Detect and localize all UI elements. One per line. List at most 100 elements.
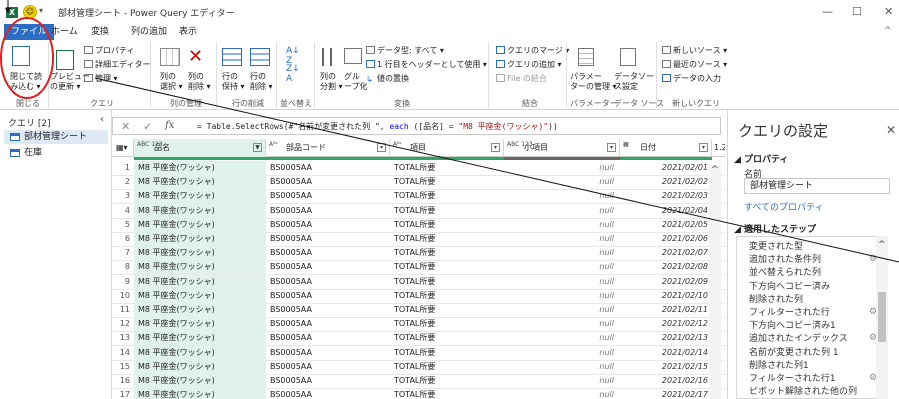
cell-item[interactable]: TOTAL所要 <box>390 161 504 175</box>
table-row[interactable]: 2 M8 平座金(ワッシャ) BS0005AA TOTAL所要 null 2021/02/… <box>112 175 725 191</box>
remove-rows-button[interactable]: 行の 削除 ▾ <box>250 72 273 92</box>
cell-sub-item[interactable]: null <box>504 317 620 331</box>
applied-step[interactable]: 下方向へコピー済み1 <box>749 320 877 333</box>
row-number[interactable]: 17 <box>112 388 134 399</box>
replace-values-button[interactable]: ↳ 値の置換 <box>366 74 409 84</box>
cell-part-code[interactable]: BS0005AA <box>266 175 390 189</box>
cell-hinmei[interactable]: M8 平座金(ワッシャ) <box>134 161 266 175</box>
table-row[interactable]: 6 M8 平座金(ワッシャ) BS0005AA TOTAL所要 null 2021/02/… <box>112 232 725 247</box>
cell-date[interactable]: 2021/02/06 <box>620 232 712 246</box>
filter-icon[interactable]: ▾ <box>491 143 500 152</box>
row-number[interactable]: 8 <box>112 260 134 274</box>
group-by-button[interactable]: グル ープ化 <box>344 72 368 92</box>
cell-item[interactable]: TOTAL所要 <box>390 289 504 303</box>
applied-step[interactable]: ピボット解除された他の列 <box>749 386 877 398</box>
cell-hinmei[interactable]: M8 平座金(ワッシャ) <box>134 317 266 332</box>
cell-hinmei[interactable]: M8 平座金(ワッシャ) <box>134 303 266 317</box>
properties-button[interactable]: プロパティ <box>84 46 135 56</box>
table-row[interactable]: 1 M8 平座金(ワッシャ) BS0005AA TOTAL所要 null 2021/02/… <box>112 161 725 176</box>
cell-sub-item[interactable]: null <box>504 360 620 374</box>
combine-files-button[interactable]: File の結合 <box>496 74 547 84</box>
cell-date[interactable]: 2021/02/09 <box>620 275 712 289</box>
query-name-input[interactable]: 部材管理シート <box>744 178 890 194</box>
applied-steps-heading[interactable]: ◢ 適用したステップ <box>734 222 816 235</box>
steps-scrollbar[interactable]: ^ <box>876 236 888 399</box>
table-row[interactable]: 8 M8 平座金(ワッシャ) BS0005AA TOTAL所要 null 2021/02/… <box>112 260 725 276</box>
row-number[interactable]: 1 <box>112 161 134 175</box>
applied-step[interactable]: フィルターされた行1 <box>749 373 877 386</box>
formula-input[interactable]: = Table.SelectRows(#"名前が変更された列 ", each (… <box>197 121 558 132</box>
cell-hinmei[interactable]: M8 平座金(ワッシャ) <box>134 232 266 246</box>
applied-step[interactable]: 削除された列 <box>749 294 877 307</box>
table-row[interactable]: 9 M8 平座金(ワッシャ) BS0005AA TOTAL所要 null 2021/02/… <box>112 274 725 290</box>
close-settings-icon[interactable]: ✕ <box>886 123 896 137</box>
column-header[interactable]: ▦ 日付 ▾ <box>620 139 712 157</box>
cell-item[interactable]: TOTAL所要 <box>390 232 504 246</box>
choose-columns-button[interactable]: 列の 選択 ▾ <box>160 72 183 92</box>
merge-queries-button[interactable]: クエリのマージ ▾ <box>496 46 569 56</box>
cell-item[interactable]: TOTAL所要 <box>390 189 504 203</box>
cell-item[interactable]: TOTAL所要 <box>390 331 504 345</box>
cell-part-code[interactable]: BS0005AA <box>266 303 390 317</box>
table-row[interactable]: 13 M8 平座金(ワッシャ) BS0005AA TOTAL所要 null 2021/02… <box>112 331 725 347</box>
cell-hinmei[interactable]: M8 平座金(ワッシャ) <box>134 345 266 360</box>
cell-item[interactable]: TOTAL所要 <box>390 246 504 260</box>
filter-icon[interactable]: ▾ <box>377 143 386 152</box>
cell-part-code[interactable]: BS0005AA <box>266 374 390 388</box>
cell-part-code[interactable]: BS0005AA <box>266 232 390 246</box>
row-number[interactable]: 14 <box>112 346 134 360</box>
cell-hinmei[interactable]: M8 平座金(ワッシャ) <box>134 288 266 303</box>
cell-date[interactable]: 2021/02/05 <box>620 218 712 232</box>
cell-date[interactable]: 2021/02/01 <box>620 161 712 175</box>
table-row[interactable]: 5 M8 平座金(ワッシャ) BS0005AA TOTAL所要 null 2021/02/… <box>112 217 725 233</box>
cell-hinmei[interactable]: M8 平座金(ワッシャ) <box>134 331 266 346</box>
cell-part-code[interactable]: BS0005AA <box>266 317 390 331</box>
cell-hinmei[interactable]: M8 平座金(ワッシャ) <box>134 359 266 374</box>
table-row[interactable]: 12 M8 平座金(ワッシャ) BS0005AA TOTAL所要 null 2021/02… <box>112 317 725 333</box>
row-number[interactable]: 9 <box>112 275 134 289</box>
tab-add-column[interactable]: 列の追加 <box>124 24 174 40</box>
use-first-row-as-headers-button[interactable]: 1 行目をヘッダーとして使用 ▾ <box>366 60 487 70</box>
tab-view[interactable]: 表示 <box>172 24 204 40</box>
cell-part-code[interactable]: BS0005AA <box>266 260 390 274</box>
recent-sources-button[interactable]: 最近のソース ▾ <box>662 60 727 70</box>
row-number[interactable]: 5 <box>112 218 134 232</box>
column-header[interactable]: Aᴮᶜ 部品コード ▾ <box>266 139 390 157</box>
cell-sub-item[interactable]: null <box>504 374 620 388</box>
query-item[interactable]: 在庫 <box>4 146 108 160</box>
smiley-feedback-icon[interactable]: ☺ <box>23 5 37 19</box>
table-row[interactable]: 4 M8 平座金(ワッシャ) BS0005AA TOTAL所要 null 2021/02/… <box>112 203 725 219</box>
table-row[interactable]: 15 M8 平座金(ワッシャ) BS0005AA TOTAL所要 null 2021/02… <box>112 359 725 375</box>
table-row[interactable]: 10 M8 平座金(ワッシャ) BS0005AA TOTAL所要 null 2021/02… <box>112 288 725 304</box>
cell-date[interactable]: 2021/02/17 <box>620 388 712 399</box>
cell-part-code[interactable]: BS0005AA <box>266 204 390 218</box>
cell-date[interactable]: 2021/02/13 <box>620 331 712 345</box>
quick-access-dropdown[interactable]: ▾ <box>39 6 43 15</box>
collapse-ribbon-icon[interactable]: ^ <box>884 26 892 36</box>
column-header[interactable]: 1.2 <box>712 139 725 157</box>
cell-hinmei[interactable]: M8 平座金(ワッシャ) <box>134 189 266 204</box>
cell-part-code[interactable]: BS0005AA <box>266 388 390 399</box>
scroll-thumb[interactable] <box>878 292 886 342</box>
table-row[interactable]: 14 M8 平座金(ワッシャ) BS0005AA TOTAL所要 null 2021/02… <box>112 345 725 361</box>
cell-date[interactable]: 2021/02/02 <box>620 175 712 189</box>
cell-date[interactable]: 2021/02/11 <box>620 303 712 317</box>
cell-sub-item[interactable]: null <box>504 161 620 175</box>
cell-part-code[interactable]: BS0005AA <box>266 331 390 345</box>
cell-item[interactable]: TOTAL所要 <box>390 260 504 274</box>
data-source-settings-button[interactable]: データソー ス設定 <box>614 72 654 92</box>
remove-columns-button[interactable]: 列の 削除 ▾ <box>188 72 211 92</box>
cell-item[interactable]: TOTAL所要 <box>390 275 504 289</box>
cell-part-code[interactable]: BS0005AA <box>266 218 390 232</box>
cell-date[interactable]: 2021/02/07 <box>620 246 712 260</box>
cell-part-code[interactable]: BS0005AA <box>266 246 390 260</box>
cell-part-code[interactable]: BS0005AA <box>266 189 390 203</box>
table-row[interactable]: 16 M8 平座金(ワッシャ) BS0005AA TOTAL所要 null 2021/02… <box>112 374 725 389</box>
data-type-dropdown[interactable]: データ型: すべて ▾ <box>366 46 444 56</box>
cell-date[interactable]: 2021/02/15 <box>620 360 712 374</box>
grid-scrollbar[interactable]: ^ <box>709 165 721 399</box>
cell-sub-item[interactable]: null <box>504 232 620 246</box>
close-and-load-button[interactable]: 閉じて読 み込む ▾ <box>10 72 42 92</box>
row-number[interactable]: 7 <box>112 246 134 260</box>
cell-sub-item[interactable]: null <box>504 218 620 232</box>
